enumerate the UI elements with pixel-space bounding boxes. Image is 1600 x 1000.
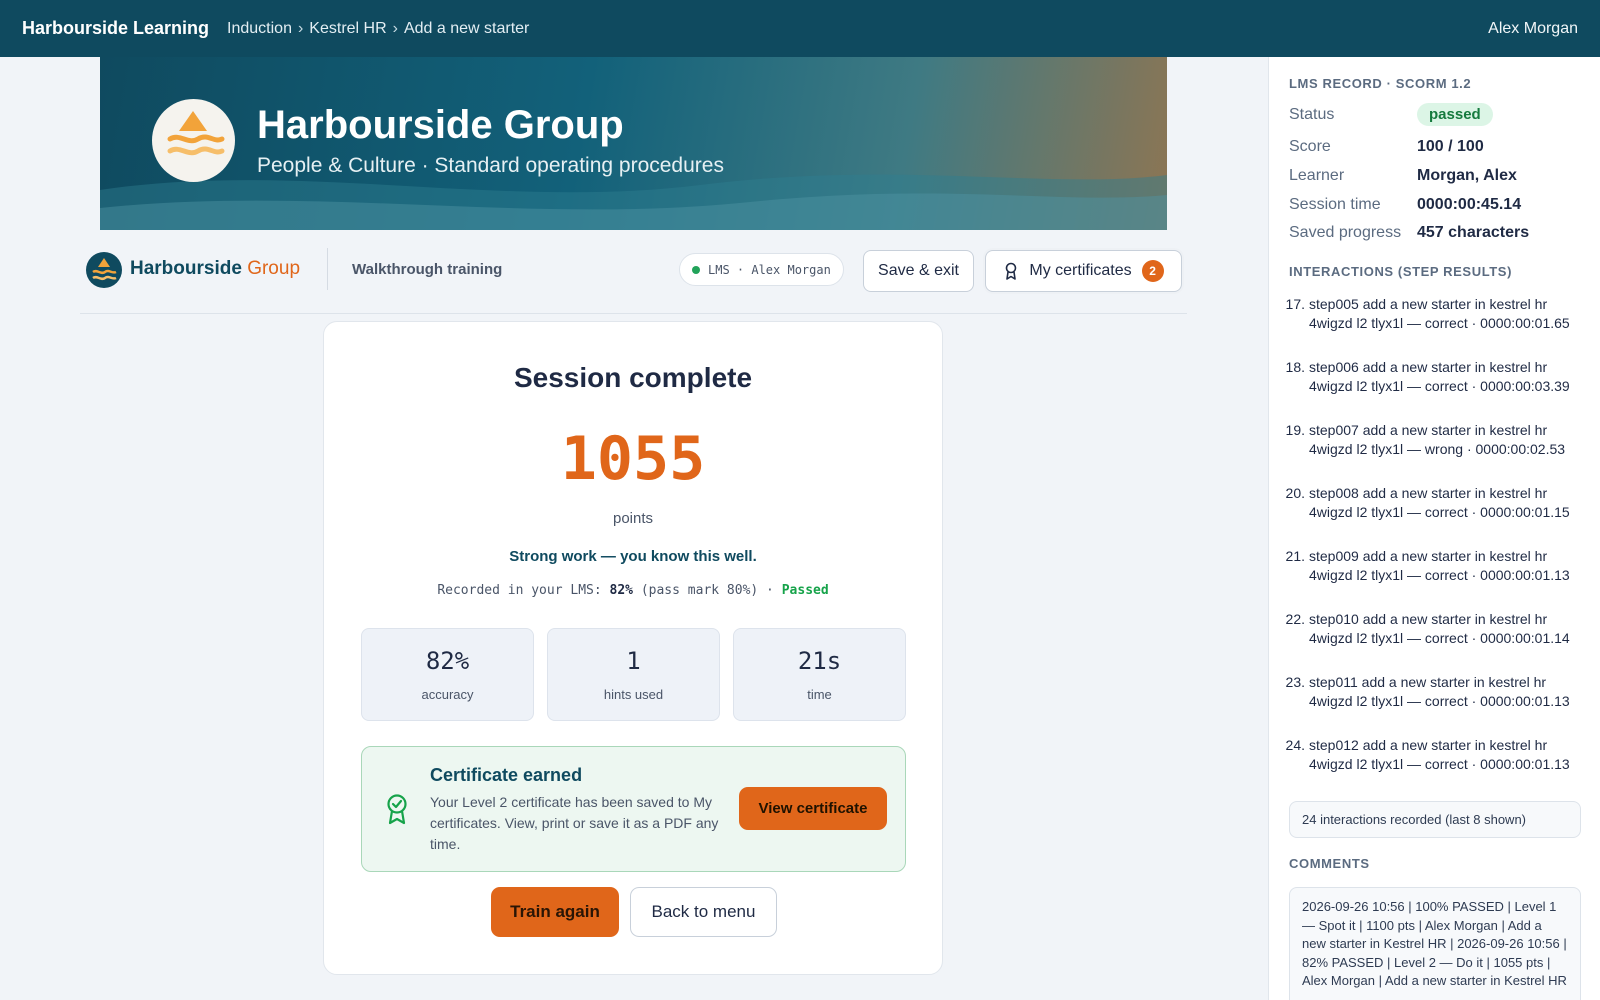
view-certificate-button[interactable]: View certificate [739, 787, 887, 830]
comments-box[interactable]: 2026-09-26 10:56 | 100% PASSED | Level 1… [1289, 887, 1581, 1000]
recorded-prefix: Recorded in your LMS: [437, 583, 602, 598]
item-number: 20. [1285, 485, 1305, 501]
award-check-icon [387, 794, 407, 825]
hero-banner: Harbourside Group People & Culture · Sta… [100, 57, 1167, 230]
interactions-summary: 24 interactions recorded (last 8 shown) [1289, 801, 1581, 838]
item-text: step006 add a new starter in kestrel hr … [1309, 359, 1570, 394]
stat-value: 82% [425, 647, 470, 675]
company-logo [152, 99, 235, 182]
hero-title: Harbourside Group [257, 103, 624, 147]
interactions-heading: INTERACTIONS (STEP RESULTS) [1289, 264, 1513, 279]
stat-label: hints used [603, 687, 664, 702]
item-text: step009 add a new starter in kestrel hr … [1309, 548, 1570, 583]
status-dot-icon [692, 265, 700, 274]
recorded-passmark: (pass mark 80%) · [640, 583, 774, 598]
item-number: 23. [1285, 674, 1305, 690]
lms-recorded-line: Recorded in your LMS: 82% (pass mark 80%… [324, 583, 942, 598]
award-icon [1006, 262, 1017, 280]
item-text: step011 add a new starter in kestrel hr … [1309, 674, 1570, 709]
company-logo-icon [167, 111, 225, 156]
section-title: Walkthrough training [352, 261, 503, 278]
interactions-list: 17. step005 add a new starter in kestrel … [1283, 295, 1583, 799]
item-number: 17. [1285, 296, 1305, 312]
brand-name: Harbourside Group [130, 258, 300, 280]
train-again-button[interactable]: Train again [491, 887, 619, 937]
app-brand[interactable]: Harbourside Learning [22, 18, 209, 39]
brand-name-main: Harbourside [130, 258, 242, 279]
learner-value: Morgan, Alex [1417, 167, 1517, 184]
session-heading: Session complete [513, 362, 753, 393]
app-header: Harbourside Group Walkthrough training L… [80, 240, 1187, 314]
list-item: 22. step010 add a new starter in kestrel … [1283, 610, 1583, 667]
score-label: Score [1289, 138, 1331, 155]
list-item: 21. step009 add a new starter in kestrel … [1283, 547, 1583, 604]
breadcrumb-item-current: Add a new starter [403, 19, 530, 37]
status-label: Status [1289, 106, 1335, 123]
stat-label: accuracy [421, 687, 474, 702]
stat-label: time [807, 687, 832, 702]
breadcrumb-item-kestrel-hr[interactable]: Kestrel HR [309, 20, 386, 38]
lms-record-panel[interactable]: LMS RECORD · SCORM 1.2 Status passed Sco… [1268, 57, 1600, 1000]
session-complete-card: Session complete 1055 points Strong work… [323, 321, 943, 975]
stat-hints: 1 hints used [547, 628, 720, 721]
breadcrumb-separator: › [392, 19, 398, 37]
list-item: 24. step012 add a new starter in kestrel … [1283, 736, 1583, 793]
item-number: 21. [1285, 548, 1305, 564]
my-certificates-label: My certificates [1029, 262, 1132, 279]
item-text: step010 add a new starter in kestrel hr … [1309, 611, 1570, 646]
certificate-text: Your Level 2 certificate has been saved … [430, 794, 719, 852]
points-label: points [612, 510, 654, 527]
header-divider [327, 248, 328, 290]
stat-accuracy: 82% accuracy [361, 628, 534, 721]
item-number: 19. [1285, 422, 1305, 438]
top-bar: Harbourside Learning Induction › Kestrel… [0, 0, 1600, 57]
brand-name-accent: Group [247, 258, 301, 279]
breadcrumb-separator: › [297, 19, 304, 37]
feedback-message: Strong work — you know this well. [509, 548, 757, 565]
item-text: step012 add a new starter in kestrel hr … [1309, 737, 1570, 772]
item-text: step005 add a new starter in kestrel hr … [1309, 296, 1570, 331]
breadcrumb-item-induction[interactable]: Induction [227, 20, 292, 38]
lms-connection-pill: LMS · Alex Morgan [679, 253, 844, 286]
session-time-label: Session time [1289, 196, 1381, 213]
lms-connection-label: LMS · Alex Morgan [708, 262, 831, 277]
stat-value: 21s [797, 647, 842, 675]
user-name[interactable]: Alex Morgan [1488, 20, 1578, 38]
item-number: 18. [1285, 359, 1305, 375]
list-item: 20. step008 add a new starter in kestrel … [1283, 484, 1583, 541]
recorded-score: 82% [609, 583, 633, 598]
brand-logo-icon [86, 252, 122, 288]
item-number: 24. [1285, 737, 1305, 753]
item-text: step007 add a new starter in kestrel hr … [1309, 422, 1566, 457]
save-exit-button[interactable]: Save & exit [863, 250, 974, 292]
comments-heading: COMMENTS [1289, 856, 1370, 871]
points-total: 1055 [560, 424, 706, 494]
item-number: 22. [1285, 611, 1305, 627]
score-value: 100 / 100 [1417, 138, 1484, 155]
saved-progress-value: 457 characters [1417, 224, 1530, 241]
stat-time: 21s time [733, 628, 906, 721]
list-item: 19. step007 add a new starter in kestrel … [1283, 421, 1583, 478]
list-item: 18. step006 add a new starter in kestrel … [1283, 358, 1583, 415]
back-to-menu-button[interactable]: Back to menu [630, 887, 777, 937]
certificates-count-badge: 2 [1141, 260, 1164, 282]
learner-label: Learner [1289, 167, 1345, 184]
list-item: 17. step005 add a new starter in kestrel … [1283, 295, 1583, 352]
certificate-title: Certificate earned [430, 765, 583, 785]
lms-record-heading: LMS RECORD · SCORM 1.2 [1289, 76, 1472, 91]
saved-progress-label: Saved progress [1289, 224, 1402, 241]
session-time-value: 0000:00:45.14 [1417, 196, 1522, 213]
my-certificates-button[interactable]: My certificates 2 [985, 250, 1182, 292]
breadcrumb: Induction › Kestrel HR › Add a new start… [227, 20, 529, 38]
stat-value: 1 [626, 647, 641, 675]
hero-subtitle: People & Culture · Standard operating pr… [257, 154, 724, 177]
status-badge: passed [1417, 103, 1493, 126]
recorded-status: Passed [781, 583, 829, 598]
certificate-earned-box: Certificate earned Your Level 2 certific… [361, 746, 906, 872]
item-text: step008 add a new starter in kestrel hr … [1309, 485, 1570, 520]
list-item: 23. step011 add a new starter in kestrel … [1283, 673, 1583, 730]
